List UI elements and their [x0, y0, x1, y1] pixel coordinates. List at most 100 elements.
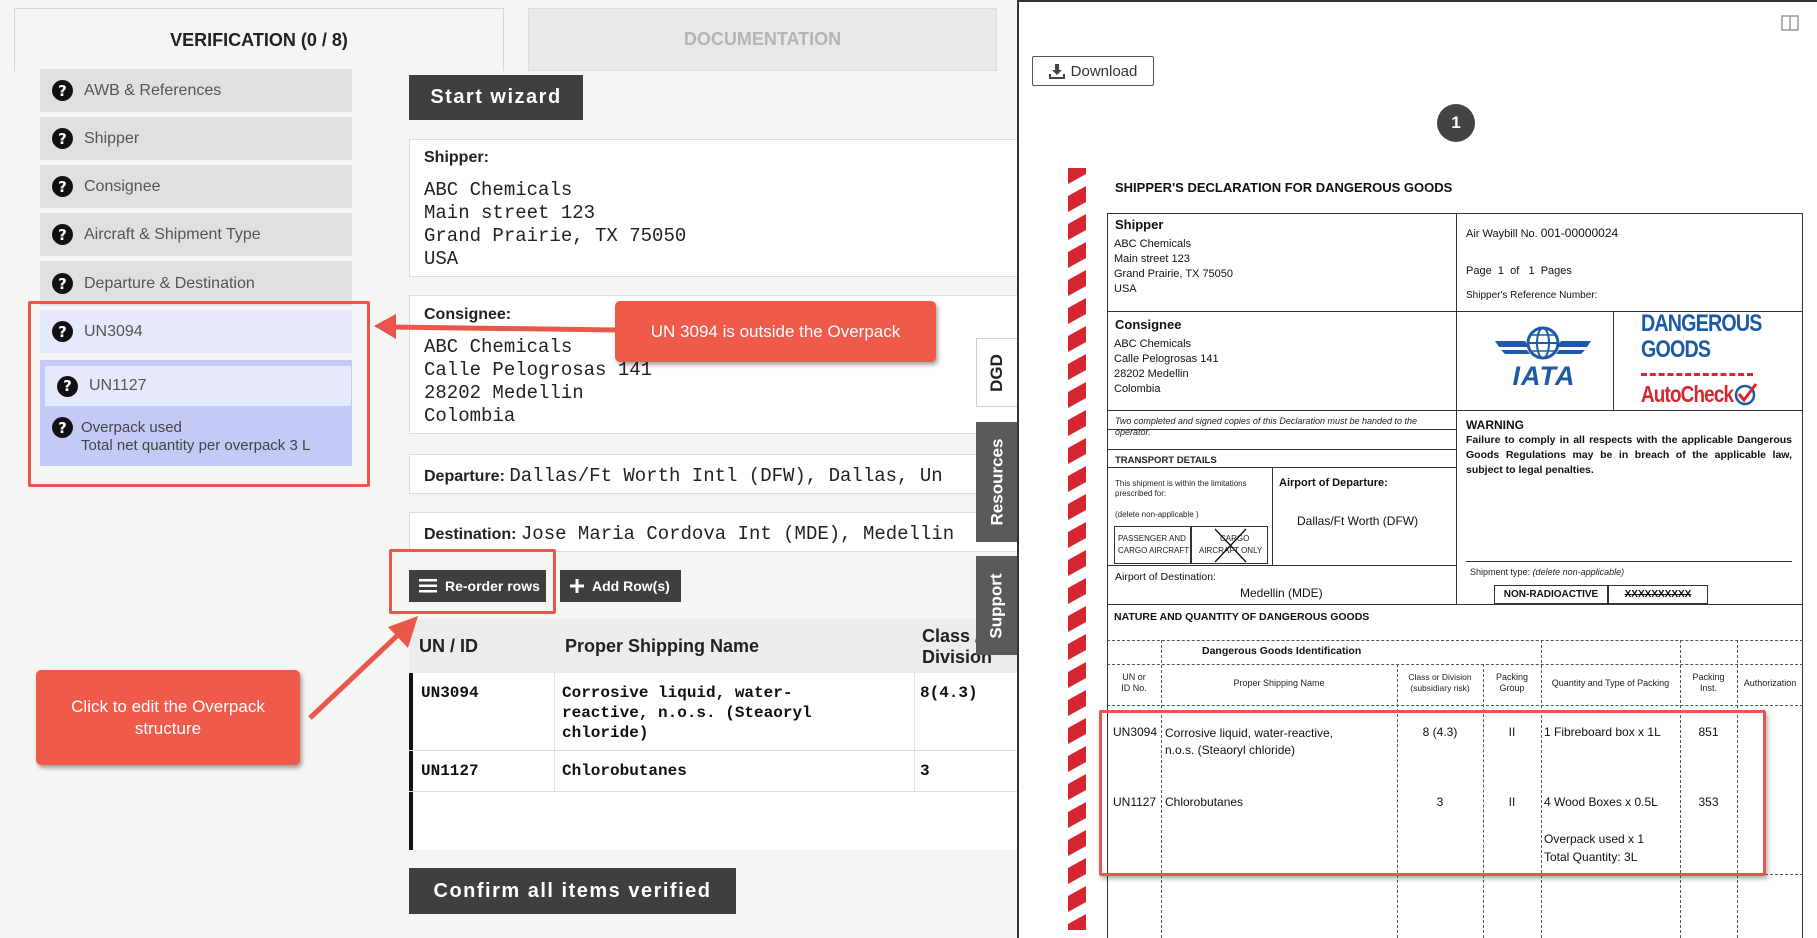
- table-cell-class: 8(4.3): [920, 684, 978, 702]
- doc-col-line: Packing: [1692, 672, 1725, 682]
- doc-limits-note-3: (delete non-applicable ): [1115, 510, 1199, 519]
- doc-line-text: Main street 123: [1114, 253, 1190, 265]
- doc-col-line: (subsidiary risk): [1410, 683, 1470, 693]
- side-tab-label: Support: [987, 572, 1006, 639]
- doc-line: [1107, 604, 1803, 605]
- tab-documentation[interactable]: DOCUMENTATION: [528, 8, 997, 71]
- doc-pax-line: CARGO AIRCRAFT: [1118, 546, 1190, 555]
- doc-shipper-label: Shipper: [1115, 217, 1164, 232]
- doc-nature-title: NATURE AND QUANTITY OF DANGEROUS GOODS: [1114, 611, 1370, 623]
- doc-line-text: USA: [1114, 283, 1137, 295]
- dg-hatched-border: [1068, 168, 1086, 930]
- doc-dashed-line: [1107, 664, 1803, 665]
- doc-dgi-title: Dangerous Goods Identification: [1202, 645, 1362, 657]
- doc-col-auth: Authorization: [1743, 678, 1797, 688]
- dg-logo-line: GOODS: [1641, 336, 1711, 363]
- side-tab-label: Resources: [987, 438, 1006, 526]
- doc-awb-label: Air Waybill No.: [1466, 228, 1538, 240]
- departure-value: Dallas/Ft Worth Intl (DFW), Dallas, Un: [509, 465, 943, 487]
- table-cell-un: UN1127: [421, 762, 479, 780]
- nav-item-awb-references[interactable]: ? AWB & References: [40, 69, 352, 112]
- doc-cargo-crossout: [1214, 528, 1247, 563]
- add-rows-button[interactable]: Add Row(s): [560, 570, 681, 602]
- doc-line: [1107, 449, 1456, 450]
- shipper-card: Shipper: ABC Chemicals Main street 123 G…: [409, 139, 1021, 277]
- doc-warning-title: WARNING: [1466, 418, 1524, 432]
- address-line: Grand Prairie, TX 75050: [424, 225, 687, 247]
- dg-logo: DANGEROUS GOODS: [1641, 311, 1762, 363]
- doc-dashed-line: [1107, 705, 1803, 706]
- psn-line: chloride): [562, 724, 649, 742]
- destination-card: Destination: Jose Maria Cordova Int (MDE…: [409, 512, 1021, 552]
- checkmark-icon: [1734, 383, 1758, 406]
- callout-edit-overpack: Click to edit the Overpack structure: [36, 670, 300, 765]
- callout-arrow-up: [308, 616, 418, 720]
- doc-col-qty: Quantity and Type of Packing: [1551, 678, 1670, 688]
- doc-col-pg: Packing Group: [1483, 672, 1541, 694]
- start-wizard-button[interactable]: Start wizard: [409, 75, 583, 120]
- callout-outside-overpack: UN 3094 is outside the Overpack: [615, 301, 936, 362]
- doc-dest-value: Medellin (MDE): [1240, 586, 1323, 600]
- autocheck-logo: AutoCheck: [1641, 381, 1734, 407]
- doc-line: [1107, 467, 1456, 468]
- destination-label: Destination:: [424, 526, 517, 543]
- doc-line: [1107, 565, 1456, 566]
- download-button[interactable]: Download: [1032, 56, 1154, 86]
- nav-item-label: Aircraft & Shipment Type: [84, 225, 261, 243]
- side-tab-support[interactable]: Support: [976, 556, 1018, 655]
- side-tab-resources[interactable]: Resources: [976, 422, 1018, 542]
- doc-ref-label: Shipper's Reference Number:: [1466, 290, 1598, 301]
- confirm-all-verified-button[interactable]: Confirm all items verified: [409, 868, 736, 914]
- side-tab-label: DGD: [987, 353, 1006, 392]
- doc-consignee-label: Consignee: [1115, 317, 1182, 332]
- row-divider: [409, 750, 1018, 751]
- psn-line: reactive, n.o.s. (Steaoryl: [562, 704, 812, 722]
- psn-line: Corrosive liquid, water-: [562, 684, 793, 702]
- doc-copies-note: Two completed and signed copies of this …: [1115, 416, 1418, 437]
- callout-arrow-left: [374, 314, 619, 339]
- nav-item-aircraft-shipment-type[interactable]: ? Aircraft & Shipment Type: [40, 213, 352, 256]
- doc-non-radioactive: NON-RADIOACTIVE: [1494, 585, 1608, 604]
- table-header-psn: Proper Shipping Name: [565, 636, 760, 656]
- nav-item-departure-destination[interactable]: ? Departure & Destination: [40, 261, 352, 306]
- doc-col-line: UN or: [1122, 672, 1146, 682]
- doc-col-un: UN or ID No.: [1107, 672, 1161, 694]
- help-icon: ?: [52, 128, 73, 149]
- nav-item-label: Shipper: [84, 129, 140, 147]
- shipper-address: ABC Chemicals Main street 123 Grand Prai…: [424, 179, 686, 271]
- doc-line: [1272, 467, 1273, 565]
- doc-page-label: Page: [1466, 265, 1492, 277]
- doc-col-line: Class or Division: [1408, 672, 1472, 682]
- doc-line-text: ABC Chemicals: [1114, 238, 1192, 250]
- nav-item-shipper[interactable]: ? Shipper: [40, 117, 352, 160]
- nav-item-label: Consignee: [84, 177, 161, 195]
- doc-line: [1456, 213, 1457, 605]
- side-tab-dgd[interactable]: DGD: [976, 338, 1018, 407]
- callout-line: structure: [134, 718, 202, 738]
- doc-awb: Air Waybill No. 001-00000024: [1466, 226, 1618, 242]
- doc-line: [1613, 311, 1614, 410]
- col-divider: [914, 673, 915, 791]
- destination-value: Jose Maria Cordova Int (MDE), Medellin: [520, 523, 955, 545]
- doc-aod-value: Dallas/Ft Worth (DFW): [1297, 514, 1419, 528]
- tab-verification[interactable]: VERIFICATION (0 / 8): [14, 8, 504, 71]
- highlight-box-reorder: [389, 549, 556, 614]
- table-cell-psn: Corrosive liquid, water- reactive, n.o.s…: [562, 683, 812, 743]
- doc-col-psn: Proper Shipping Name: [1233, 678, 1325, 688]
- doc-dashed-line: [1107, 640, 1803, 641]
- doc-col-line: ID No.: [1121, 683, 1147, 693]
- doc-dest-label: Airport of Destination:: [1115, 571, 1216, 583]
- doc-pages-num: 1: [1528, 265, 1535, 277]
- doc-page-num: 1: [1497, 265, 1504, 277]
- doc-radioactive-crossed: XXXXXXXXXX: [1608, 585, 1708, 604]
- plus-icon: [570, 579, 584, 593]
- departure-label: Departure:: [424, 468, 505, 485]
- doc-col-line: Group: [1499, 683, 1525, 693]
- highlight-box-nav: [28, 301, 370, 487]
- nav-item-consignee[interactable]: ? Consignee: [40, 165, 352, 208]
- nav-item-label: AWB & References: [84, 81, 222, 99]
- row-divider: [409, 791, 1018, 792]
- doc-page-count: Page 1 of 1 Pages: [1466, 264, 1572, 279]
- split-view-icon[interactable]: [1781, 15, 1799, 31]
- doc-line: [1107, 410, 1803, 411]
